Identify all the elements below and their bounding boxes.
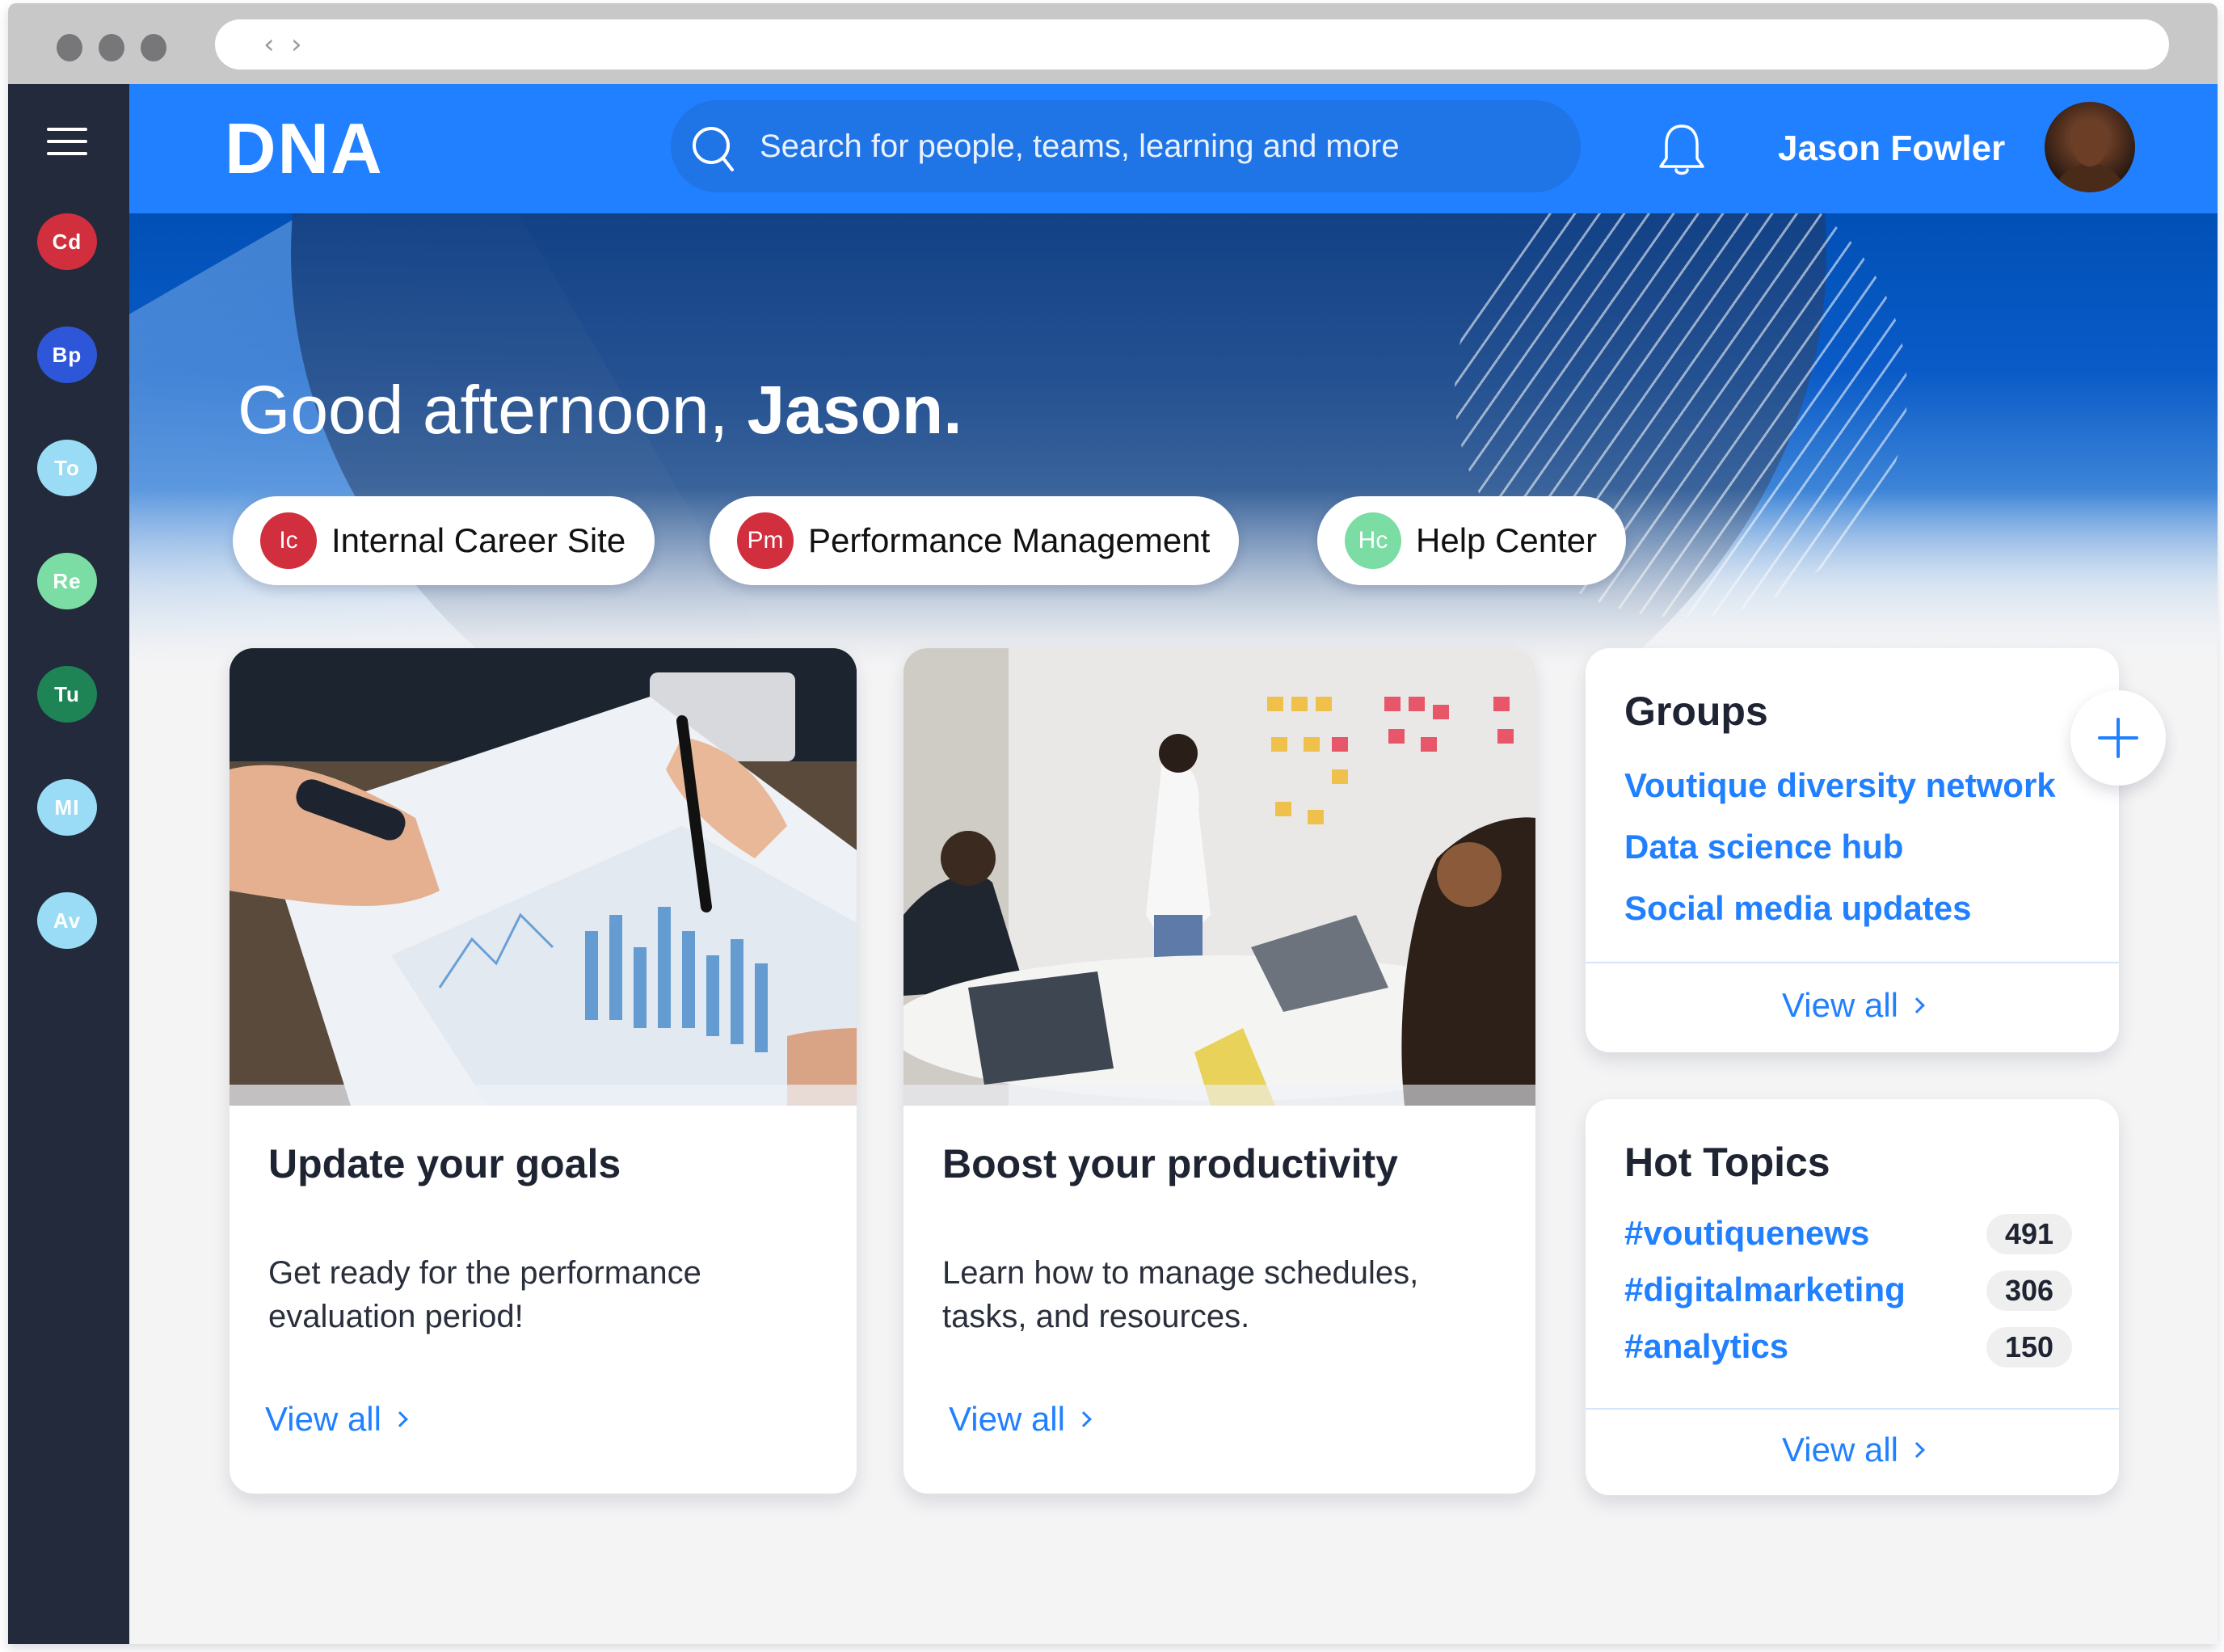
add-group-button[interactable] — [2070, 690, 2166, 786]
quick-link-label: Performance Management — [808, 521, 1211, 559]
topic-item[interactable]: #digitalmarketing — [1624, 1267, 1906, 1313]
sidebar-item-to[interactable]: To — [37, 440, 97, 496]
card-title: Update your goals — [268, 1141, 621, 1186]
badge-ic: Ic — [260, 512, 317, 569]
topic-count-badge: 491 — [1986, 1214, 2072, 1254]
search-input[interactable] — [760, 118, 1560, 175]
group-item[interactable]: Voutique diversity network — [1624, 763, 2056, 808]
window-dot-icon[interactable] — [141, 34, 166, 61]
view-all-link[interactable]: View all — [265, 1400, 408, 1439]
card-title: Boost your productivity — [942, 1141, 1398, 1186]
back-arrow-icon[interactable]: ‹ — [263, 31, 275, 58]
group-item[interactable]: Data science hub — [1624, 824, 1903, 870]
team-meeting-sticky-notes-photo — [904, 648, 1535, 1106]
hands-reviewing-charts-photo — [230, 648, 857, 1106]
app-logo[interactable]: DNA — [225, 108, 384, 189]
badge-pm: Pm — [737, 512, 794, 569]
badge-hc: Hc — [1345, 512, 1401, 569]
sidebar-item-cd[interactable]: Cd — [37, 213, 97, 270]
divider — [1586, 1408, 2119, 1410]
divider — [1586, 962, 2119, 963]
view-all-label: View all — [1782, 986, 1898, 1024]
view-all-label: View all — [265, 1400, 381, 1438]
chevron-right-icon — [1909, 997, 1925, 1014]
groups-title: Groups — [1624, 689, 1768, 734]
bell-icon[interactable] — [1657, 121, 1707, 179]
card-boost-productivity: Boost your productivity Learn how to man… — [904, 648, 1535, 1494]
search-icon — [693, 127, 734, 171]
browser-chrome: ‹ › — [8, 3, 2218, 84]
forward-arrow-icon[interactable]: › — [291, 31, 302, 58]
chevron-right-icon — [1909, 1442, 1925, 1458]
quick-link-performance-management[interactable]: Pm Performance Management — [710, 496, 1240, 585]
groups-card: Groups Voutique diversity network Data s… — [1586, 648, 2119, 1052]
card-description: Get ready for the performance evaluation… — [268, 1255, 701, 1334]
chevron-right-icon — [1076, 1411, 1092, 1427]
sidebar-item-bp[interactable]: Bp — [37, 327, 97, 383]
hot-topics-card: Hot Topics #voutiquenews 491 #digitalmar… — [1586, 1099, 2119, 1495]
topic-item[interactable]: #analytics — [1624, 1324, 1788, 1369]
sidebar: Cd Bp To Re Tu MI Av — [8, 84, 129, 1644]
view-all-label: View all — [1782, 1431, 1898, 1469]
greeting-text: Good afternoon, — [238, 372, 748, 448]
user-name[interactable]: Jason Fowler — [1778, 126, 2005, 171]
hamburger-menu-icon[interactable] — [47, 126, 87, 157]
card-update-goals: Update your goals Get ready for the perf… — [230, 648, 857, 1494]
greeting-name: Jason. — [747, 372, 962, 448]
view-all-label: View all — [949, 1400, 1065, 1438]
quick-link-internal-career-site[interactable]: Ic Internal Career Site — [233, 496, 655, 585]
search-bar[interactable] — [671, 100, 1581, 192]
view-all-link[interactable]: View all — [949, 1400, 1092, 1439]
top-header: DNA Jason Fowler — [129, 84, 2218, 213]
quick-link-label: Internal Career Site — [331, 521, 626, 559]
topic-item[interactable]: #voutiquenews — [1624, 1211, 1869, 1256]
hot-topics-view-all-link[interactable]: View all — [1586, 1426, 2119, 1474]
sidebar-item-tu[interactable]: Tu — [37, 666, 97, 723]
topic-count-badge: 306 — [1986, 1271, 2072, 1311]
group-item[interactable]: Social media updates — [1624, 886, 1971, 931]
sidebar-item-av[interactable]: Av — [37, 892, 97, 949]
greeting-heading: Good afternoon, Jason. — [238, 365, 962, 454]
topic-count-badge: 150 — [1986, 1327, 2072, 1368]
sidebar-item-re[interactable]: Re — [37, 553, 97, 609]
quick-link-help-center[interactable]: Hc Help Center — [1317, 496, 1627, 585]
groups-view-all-link[interactable]: View all — [1586, 981, 2119, 1030]
chevron-right-icon — [392, 1411, 408, 1427]
window-dot-icon[interactable] — [57, 34, 82, 61]
card-description: Learn how to manage schedules, tasks, an… — [942, 1255, 1419, 1334]
hot-topics-title: Hot Topics — [1624, 1140, 1830, 1185]
avatar[interactable] — [2045, 102, 2135, 192]
sidebar-item-mi[interactable]: MI — [37, 779, 97, 836]
address-bar[interactable]: ‹ › — [215, 19, 2169, 70]
quick-link-label: Help Center — [1416, 521, 1598, 559]
window-dot-icon[interactable] — [99, 34, 124, 61]
browser-window: ‹ › Cd Bp To Re Tu MI Av DNA Jason Fowle… — [8, 3, 2218, 1644]
